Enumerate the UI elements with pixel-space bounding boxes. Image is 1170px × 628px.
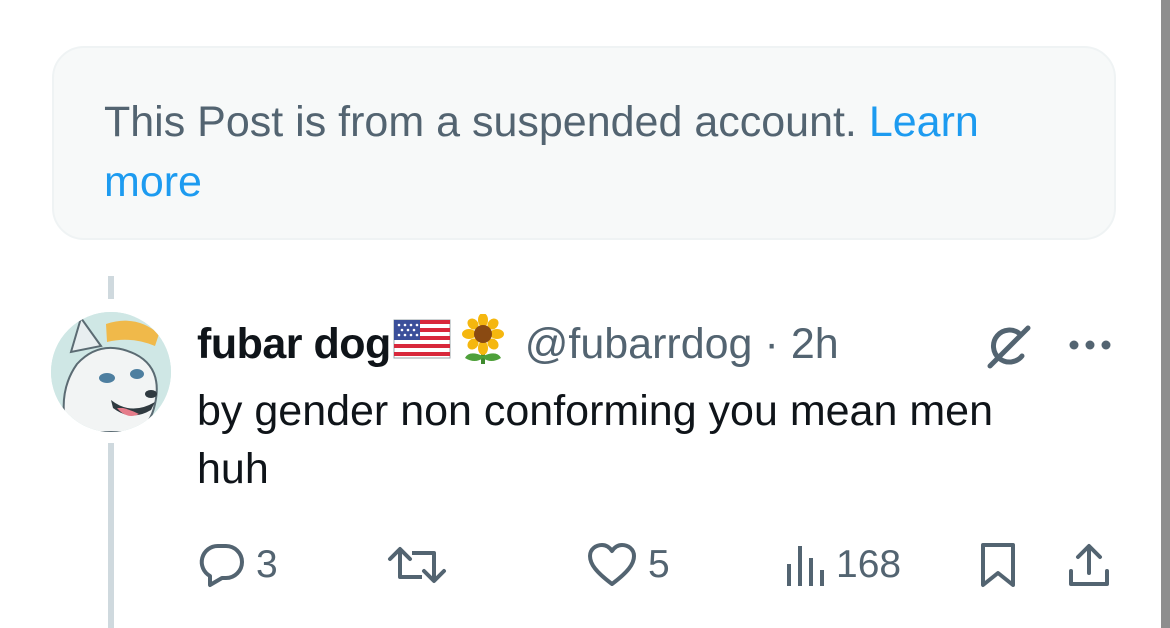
views-button[interactable]: 168 [784,540,901,590]
bookmark-icon [978,541,1018,589]
reply-button[interactable]: 3 [198,540,278,590]
post-text-line: huh [197,445,269,493]
grok-icon[interactable] [984,322,1034,372]
thread-line-top [108,276,114,299]
display-name[interactable]: fubar dog [197,320,391,369]
sunflower-icon [459,312,507,375]
views-count: 168 [836,543,902,586]
notice-text: This Post is from a suspended account. [104,98,857,146]
like-button[interactable]: 5 [586,540,670,590]
repost-icon [386,543,448,587]
us-flag-icon [393,319,451,370]
like-count: 5 [648,543,670,586]
share-icon [1066,541,1112,589]
bookmark-button[interactable] [978,540,1018,590]
post-header: fubar dog @fubarrdog · 2h [197,312,839,375]
heart-icon [586,542,638,588]
share-button[interactable] [1066,540,1112,590]
post-text-line: by gender non conforming you mean men [197,387,993,435]
scrollbar-edge [1161,0,1170,628]
avatar[interactable] [51,312,171,432]
reply-icon [198,542,246,588]
thread-line-bottom [108,443,114,628]
more-icon[interactable] [1066,335,1114,355]
post-time[interactable]: 2h [791,320,839,369]
repost-button[interactable] [386,540,458,590]
post-text: by gender non conforming you mean men hu… [197,382,1097,498]
views-icon [784,542,826,588]
reply-count: 3 [256,543,278,586]
avatar-dog-illustration [51,312,171,432]
suspended-account-notice: This Post is from a suspended account. L… [52,46,1116,240]
separator-dot: · [764,319,779,368]
author-handle[interactable]: @fubarrdog [525,320,753,369]
